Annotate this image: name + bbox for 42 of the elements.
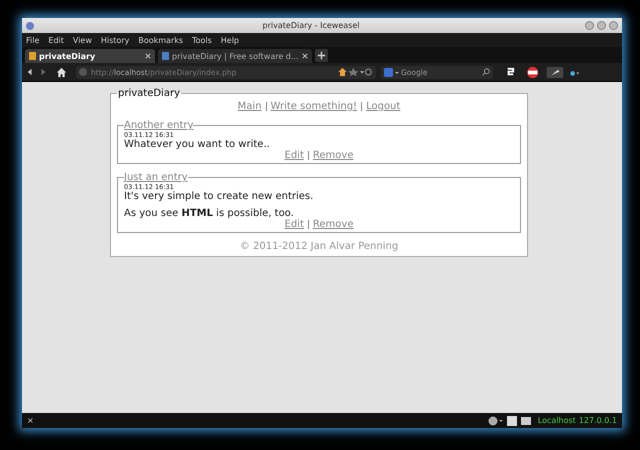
entry-title-link[interactable]: Just an entry [124,172,188,183]
site-title: privateDiary [117,88,181,99]
close-button[interactable] [609,21,618,30]
browser-tab[interactable]: privateDiary [25,49,155,63]
search-icon[interactable] [482,68,490,76]
menu-item[interactable]: History [100,36,130,44]
entry-title-link[interactable]: Another entry [124,120,194,131]
host-label: Localhost [538,416,576,425]
entry-action-link[interactable]: Remove [312,150,354,161]
entry-text: It's very simple to create new entries. [124,191,314,202]
entry-action-link[interactable]: Remove [312,219,354,230]
ip-label: 127.0.0.1 [578,416,617,425]
address-actions-icon[interactable] [337,67,373,77]
app-icon[interactable] [26,22,34,30]
menu-item[interactable]: View [72,36,92,44]
menu-item[interactable]: Help [220,36,240,44]
back-icon[interactable] [26,68,34,76]
close-status-button[interactable]: × [27,416,488,425]
menu-item[interactable]: File [26,36,40,44]
copyright-text: © 2011-2012 Jan Alvar Penning [238,241,400,252]
forward-icon[interactable] [39,68,47,76]
nav-link[interactable]: Logout [366,101,400,112]
status-icons-drawing[interactable] [488,416,532,426]
new-tab-button[interactable] [314,49,328,62]
menu-item[interactable]: Tools [192,36,212,44]
window-title: privateDiary - Iceweasel [262,21,360,30]
entry-text: As you see HTML is possible, too. [124,208,295,219]
page-icon [29,52,36,60]
nav-link[interactable]: Main [238,101,262,112]
entry-text: Whatever you want to write.. [124,139,271,150]
close-icon[interactable] [302,53,308,59]
entry-action-link[interactable]: Edit [284,150,304,161]
entry-action-link[interactable]: Edit [284,219,304,230]
menu-item[interactable]: Edit [48,36,64,44]
home-icon[interactable] [56,66,67,78]
minimize-button[interactable] [585,21,594,30]
maximize-button[interactable] [597,21,606,30]
close-icon[interactable] [145,53,151,59]
browser-tab[interactable]: privateDiary | Free software d... [158,49,312,63]
menu-item[interactable]: Bookmarks [138,36,184,44]
nav-link[interactable]: Write something! [270,101,358,112]
page-icon [162,52,169,60]
